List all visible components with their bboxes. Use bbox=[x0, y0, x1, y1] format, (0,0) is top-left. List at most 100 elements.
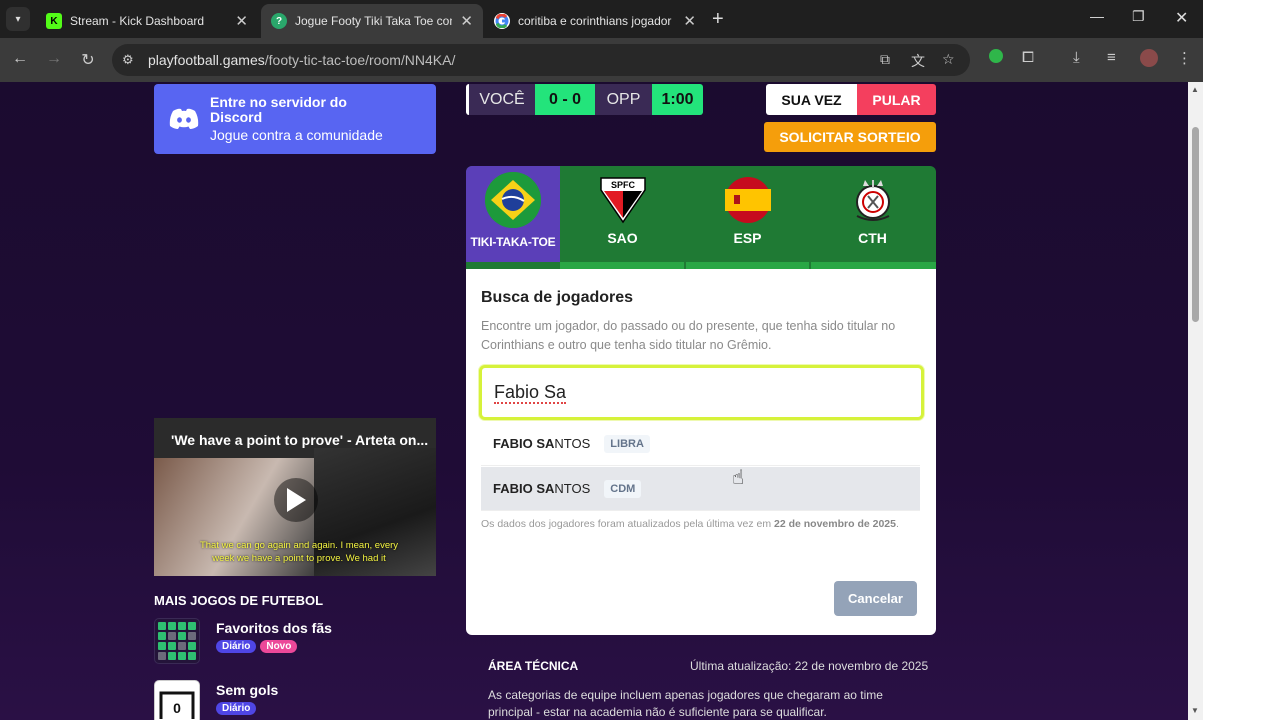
install-app-icon[interactable]: ⧉ bbox=[880, 51, 890, 68]
forward-icon[interactable]: → bbox=[44, 50, 64, 68]
team-column-sao: SPFC SAO bbox=[560, 166, 685, 262]
address-bar[interactable]: ⚙ playfootball.games/footy-tic-tac-toe/r… bbox=[112, 44, 970, 76]
game-board-header: TIKI-TAKA-TOE SPFC SAO ESP CTH bbox=[466, 166, 936, 269]
window-close-icon[interactable]: ✕ bbox=[1175, 8, 1188, 28]
discord-title: Entre no servidor do Discord bbox=[210, 94, 347, 125]
tab-footy[interactable]: ? Jogue Footy Tiki Taka Toe contra ✕ bbox=[261, 4, 483, 38]
google-icon bbox=[494, 13, 510, 29]
turn-indicator: SUA VEZ PULAR bbox=[766, 84, 936, 115]
player-search-input[interactable]: Fabio Sa bbox=[479, 365, 924, 420]
help-icon: ? bbox=[271, 13, 287, 29]
play-icon[interactable] bbox=[274, 478, 318, 522]
game-name: Favoritos dos fãs bbox=[216, 620, 332, 636]
daily-badge: Diário bbox=[216, 702, 257, 715]
you-label: VOCÊ bbox=[469, 84, 535, 115]
new-tab-button[interactable]: + bbox=[712, 9, 724, 29]
video-title: 'We have a point to prove' - Arteta on..… bbox=[171, 432, 429, 448]
url-text: playfootball.games/footy-tic-tac-toe/roo… bbox=[148, 52, 456, 68]
last-updated-text: Última atualização: 22 de novembro de 20… bbox=[690, 659, 929, 673]
new-badge: Novo bbox=[260, 640, 298, 653]
spain-flag-icon bbox=[724, 177, 771, 223]
minimize-icon[interactable]: — bbox=[1090, 8, 1104, 24]
browser-toolbar: ← → ↻ ⚙ playfootball.games/footy-tic-tac… bbox=[0, 38, 1203, 82]
blank-margin bbox=[1203, 0, 1284, 720]
page-content: Entre no servidor do Discord Jogue contr… bbox=[0, 82, 1188, 720]
extensions-puzzle-icon[interactable]: ⧠ bbox=[1022, 49, 1034, 66]
tab-strip: ▾ K Stream - Kick Dashboard ✕ ? Jogue Fo… bbox=[0, 0, 1203, 38]
tab-title: coritiba e corinthians jogador - P bbox=[518, 14, 676, 28]
logo-label: TIKI-TAKA-TOE bbox=[470, 235, 556, 249]
game-item-favoritos[interactable]: Favoritos dos fãs Diário Novo bbox=[154, 618, 332, 664]
restore-icon[interactable]: ❐ bbox=[1132, 8, 1145, 25]
discord-icon bbox=[169, 108, 199, 129]
player-name: FABIO SANTOS bbox=[493, 481, 591, 496]
close-icon[interactable]: ✕ bbox=[683, 12, 696, 30]
player-search-modal: Busca de jogadores Encontre um jogador, … bbox=[466, 269, 936, 635]
discord-subtitle: Jogue contra a comunidade bbox=[210, 127, 383, 143]
technical-area-text: As categorias de equipe incluem apenas j… bbox=[488, 688, 883, 719]
vertical-scrollbar[interactable]: ▲ ▼ bbox=[1188, 82, 1203, 720]
position-badge: LIBRA bbox=[604, 434, 650, 453]
player-name: FABIO SANTOS bbox=[493, 436, 591, 451]
scrollbar-thumb[interactable] bbox=[1192, 127, 1199, 322]
modal-description: Encontre um jogador, do passado ou do pr… bbox=[481, 319, 896, 352]
svg-text:SPFC: SPFC bbox=[610, 180, 635, 190]
tab-search-button[interactable]: ▾ bbox=[6, 7, 30, 31]
video-caption: That we can go again and again. I mean, … bbox=[199, 540, 399, 564]
corinthians-crest-icon bbox=[855, 180, 890, 221]
close-icon[interactable]: ✕ bbox=[235, 12, 248, 30]
technical-area-heading: ÁREA TÉCNICA bbox=[488, 659, 579, 673]
bookmark-star-icon[interactable]: ☆ bbox=[942, 51, 955, 68]
translate-icon[interactable]: 文 bbox=[911, 51, 925, 71]
search-value: Fabio Sa bbox=[494, 381, 567, 404]
browser-window: ▾ K Stream - Kick Dashboard ✕ ? Jogue Fo… bbox=[0, 0, 1203, 720]
svg-text:0: 0 bbox=[173, 700, 181, 716]
skip-button[interactable]: PULAR bbox=[857, 84, 936, 115]
team-column-cth: CTH bbox=[810, 166, 935, 262]
suggestion-item[interactable]: FABIO SANTOS LIBRA bbox=[481, 422, 920, 466]
tab-title: Stream - Kick Dashboard bbox=[70, 14, 205, 28]
tab-kick[interactable]: K Stream - Kick Dashboard ✕ bbox=[36, 4, 258, 38]
discord-banner[interactable]: Entre no servidor do Discord Jogue contr… bbox=[154, 84, 436, 154]
back-icon[interactable]: ← bbox=[10, 50, 30, 68]
brazil-ball-icon bbox=[485, 172, 541, 228]
media-queue-icon[interactable]: ≡ bbox=[1107, 49, 1116, 66]
tab-google[interactable]: coritiba e corinthians jogador - P ✕ bbox=[484, 4, 706, 38]
data-update-note: Os dados dos jogadores foram atualizados… bbox=[481, 518, 899, 530]
timer: 1:00 bbox=[652, 84, 703, 115]
opp-label: OPP bbox=[595, 84, 652, 115]
video-player[interactable]: 'We have a point to prove' - Arteta on..… bbox=[154, 418, 436, 576]
game-item-sem-gols[interactable]: 0 Sem gols Diário bbox=[154, 680, 278, 720]
more-games-heading: MAIS JOGOS DE FUTEBOL bbox=[154, 593, 324, 608]
goal-game-icon: 0 bbox=[154, 680, 200, 720]
extension-green-icon[interactable] bbox=[989, 49, 1003, 67]
suggestion-item[interactable]: FABIO SANTOS CDM bbox=[481, 467, 920, 511]
tiki-taka-toe-logo: TIKI-TAKA-TOE bbox=[466, 166, 560, 262]
tab-title: Jogue Footy Tiki Taka Toe contra bbox=[295, 14, 452, 28]
reload-icon[interactable]: ↻ bbox=[78, 50, 98, 70]
scroll-down-icon[interactable]: ▼ bbox=[1191, 706, 1199, 715]
team-code: ESP bbox=[733, 230, 762, 246]
download-icon[interactable]: ⤓ bbox=[1073, 49, 1080, 66]
scroll-up-icon[interactable]: ▲ bbox=[1191, 85, 1199, 94]
sao-paulo-crest-icon: SPFC bbox=[599, 177, 646, 224]
board-progress-stripe bbox=[560, 262, 936, 269]
position-badge: CDM bbox=[604, 479, 642, 498]
scoreboard: VOCÊ 0 - 0 OPP 1:00 bbox=[466, 84, 703, 115]
mouse-cursor-icon: ☝ bbox=[732, 467, 745, 489]
team-code: CTH bbox=[858, 230, 887, 246]
grid-game-icon bbox=[154, 618, 200, 664]
menu-dots-icon[interactable]: ⋮ bbox=[1177, 49, 1192, 67]
close-icon[interactable]: ✕ bbox=[460, 12, 473, 30]
team-column-esp: ESP bbox=[685, 166, 810, 262]
request-draw-button[interactable]: SOLICITAR SORTEIO bbox=[764, 122, 936, 152]
score-value: 0 - 0 bbox=[535, 84, 595, 115]
cancel-button[interactable]: Cancelar bbox=[834, 581, 917, 616]
modal-title: Busca de jogadores bbox=[481, 289, 634, 306]
site-info-icon[interactable]: ⚙ bbox=[122, 52, 140, 68]
game-name: Sem gols bbox=[216, 682, 279, 698]
profile-avatar[interactable] bbox=[1140, 49, 1158, 71]
team-code: SAO bbox=[607, 230, 638, 246]
kick-icon: K bbox=[46, 13, 62, 29]
daily-badge: Diário bbox=[216, 640, 257, 653]
